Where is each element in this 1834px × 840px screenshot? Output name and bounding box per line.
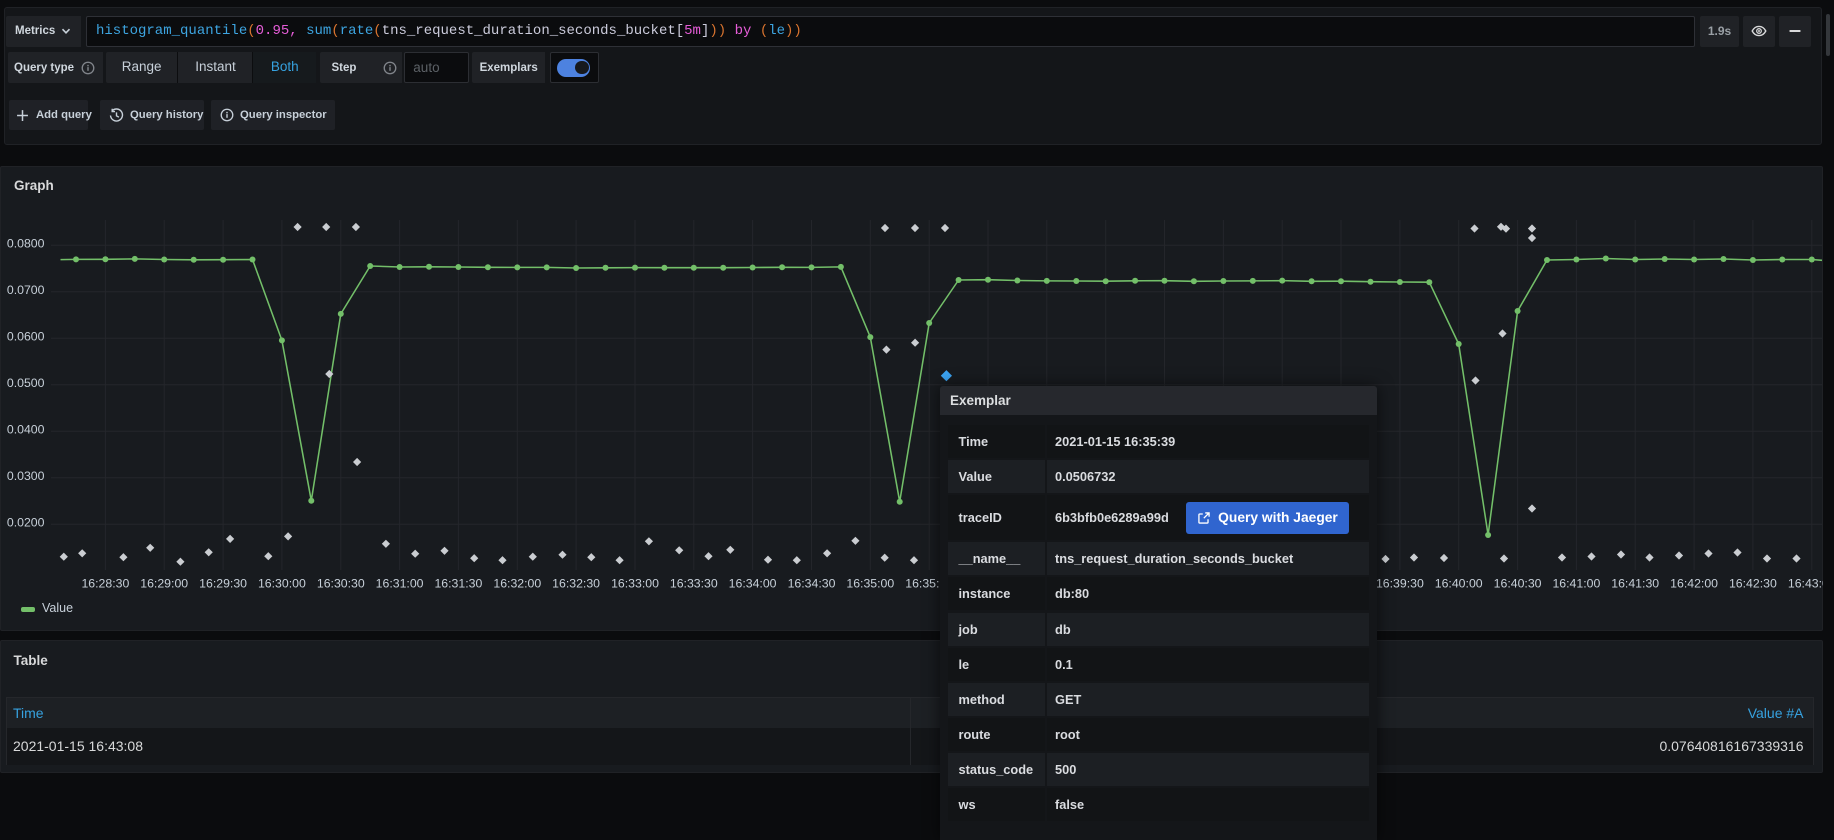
svg-text:0.0800: 0.0800	[7, 236, 45, 250]
svg-text:0.0700: 0.0700	[7, 283, 45, 297]
svg-text:16:32:30: 16:32:30	[552, 577, 600, 591]
svg-text:0.0200: 0.0200	[7, 515, 45, 529]
svg-text:16:35:00: 16:35:00	[846, 577, 894, 591]
svg-text:16:34:30: 16:34:30	[788, 577, 836, 591]
svg-text:16:31:00: 16:31:00	[376, 577, 424, 591]
svg-text:16:30:30: 16:30:30	[317, 577, 365, 591]
svg-text:16:42:30: 16:42:30	[1729, 577, 1777, 591]
svg-text:16:40:00: 16:40:00	[1435, 577, 1483, 591]
svg-text:16:30:00: 16:30:00	[258, 577, 306, 591]
svg-text:16:43:00: 16:43:00	[1788, 577, 1823, 591]
svg-text:16:41:30: 16:41:30	[1611, 577, 1659, 591]
svg-text:0.0600: 0.0600	[7, 329, 45, 343]
svg-text:16:34:00: 16:34:00	[729, 577, 777, 591]
svg-text:16:28:30: 16:28:30	[81, 577, 129, 591]
svg-text:16:41:00: 16:41:00	[1552, 577, 1600, 591]
svg-text:0.0400: 0.0400	[7, 422, 45, 436]
svg-text:0.0300: 0.0300	[7, 469, 45, 483]
svg-text:16:32:00: 16:32:00	[493, 577, 541, 591]
svg-text:16:31:30: 16:31:30	[434, 577, 482, 591]
svg-text:16:33:30: 16:33:30	[670, 577, 718, 591]
svg-text:0.0500: 0.0500	[7, 376, 45, 390]
svg-text:16:33:00: 16:33:00	[611, 577, 659, 591]
svg-text:16:42:00: 16:42:00	[1670, 577, 1718, 591]
svg-text:16:29:30: 16:29:30	[199, 577, 247, 591]
svg-text:16:40:30: 16:40:30	[1494, 577, 1542, 591]
svg-text:16:39:30: 16:39:30	[1376, 577, 1424, 591]
svg-text:16:29:00: 16:29:00	[140, 577, 188, 591]
